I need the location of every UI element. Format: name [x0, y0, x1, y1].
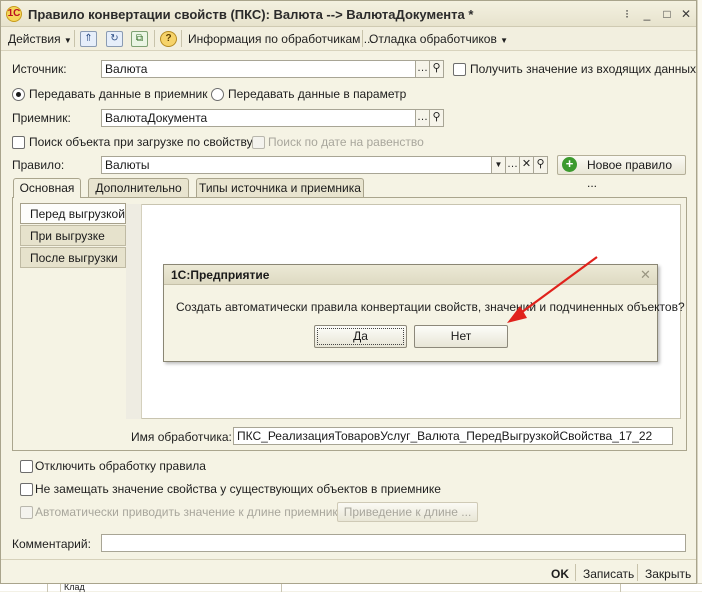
tab-main[interactable]: Основная: [13, 178, 81, 198]
arrow-shaft: [517, 256, 598, 316]
arrow-head: [507, 306, 527, 323]
annotation-arrow: [507, 256, 598, 323]
